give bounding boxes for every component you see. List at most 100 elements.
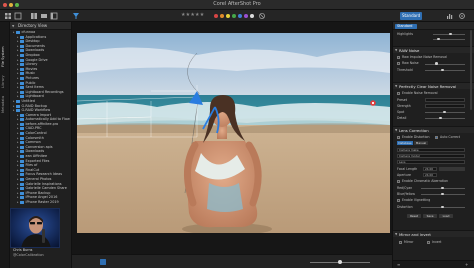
right-scrollbar[interactable] bbox=[470, 30, 472, 110]
enable-noise-removal-checkbox[interactable] bbox=[397, 92, 400, 95]
threshold-slider[interactable] bbox=[425, 70, 465, 71]
color-label-green[interactable] bbox=[232, 14, 236, 18]
spot-slider-handle[interactable] bbox=[443, 110, 446, 114]
raw-noise-checkbox[interactable] bbox=[397, 62, 400, 65]
aperture-value[interactable]: 24.00 bbox=[423, 172, 437, 177]
tab-library[interactable]: Library bbox=[1, 74, 9, 90]
folder-icon bbox=[20, 159, 24, 163]
tab-metadata[interactable]: Metadata bbox=[1, 94, 9, 114]
single-view-icon[interactable] bbox=[14, 12, 22, 20]
blue-yellow-slider-handle[interactable] bbox=[441, 192, 444, 196]
folder-icon bbox=[20, 136, 24, 140]
detail-slider[interactable] bbox=[425, 118, 465, 119]
zoom-slider-handle[interactable] bbox=[338, 260, 342, 264]
color-label-yellow[interactable] bbox=[226, 14, 230, 18]
highlights-slider-handle[interactable] bbox=[449, 32, 452, 36]
preset-select[interactable] bbox=[425, 97, 465, 102]
camera-model-field[interactable]: Camera model bbox=[397, 154, 465, 158]
eyedropper-icon[interactable] bbox=[84, 259, 90, 265]
rotate-tool-icon[interactable] bbox=[100, 259, 106, 265]
right-view-select[interactable]: Standard bbox=[395, 23, 417, 29]
straighten-tool-icon[interactable] bbox=[76, 259, 82, 265]
view-select[interactable]: Standard bbox=[400, 12, 422, 20]
brush-tool-icon[interactable] bbox=[124, 259, 130, 265]
folder-icon bbox=[20, 113, 24, 117]
raw-noise-slider[interactable] bbox=[425, 63, 465, 65]
highlights-slider-2-handle[interactable] bbox=[437, 37, 440, 41]
lens-load-button[interactable]: Load bbox=[439, 214, 453, 218]
folder-icon bbox=[20, 141, 24, 145]
vertical-tab-strip: File System Library Metadata bbox=[0, 22, 10, 268]
detail-label: Detail bbox=[397, 116, 407, 120]
crop-tool-icon[interactable] bbox=[92, 259, 98, 265]
threshold-label: Threshold bbox=[397, 68, 413, 72]
color-label-red[interactable] bbox=[214, 14, 218, 18]
section-lens-correction[interactable]: ▼ Lens Correction bbox=[393, 126, 474, 133]
compare-view-icon[interactable] bbox=[30, 12, 38, 20]
color-label-white[interactable] bbox=[250, 14, 254, 18]
filter-icon[interactable] bbox=[72, 12, 80, 20]
enable-distortion-checkbox[interactable] bbox=[397, 136, 400, 139]
tree-item-label: iPhone Raster 2019 bbox=[25, 199, 59, 204]
lens-reset-button[interactable]: Reset bbox=[407, 214, 421, 218]
lens-save-button[interactable]: Save bbox=[423, 214, 437, 218]
focal-length-label: Focal Length bbox=[397, 167, 418, 171]
panel-options-icon[interactable]: ≡ bbox=[397, 262, 400, 267]
focal-length-value[interactable]: 24.00 bbox=[423, 166, 437, 171]
tab-file-system[interactable]: File System bbox=[1, 44, 9, 70]
focal-preset-button[interactable] bbox=[439, 166, 465, 171]
threshold-slider-handle[interactable] bbox=[441, 68, 444, 72]
settings-gear-icon[interactable] bbox=[458, 12, 466, 20]
red-cyan-label: Red/Cyan bbox=[397, 186, 413, 190]
color-label-blue[interactable] bbox=[238, 14, 242, 18]
circle-region-icon[interactable] bbox=[116, 259, 122, 265]
vignetting-label: Enable Vignetting bbox=[402, 198, 431, 203]
mirror-checkbox[interactable] bbox=[399, 241, 402, 244]
auto-correct-checkbox[interactable] bbox=[435, 136, 438, 139]
folder-icon bbox=[20, 168, 24, 172]
full-size-icon[interactable] bbox=[384, 259, 390, 265]
strength-select[interactable] bbox=[425, 103, 465, 108]
folder-icon bbox=[20, 76, 24, 80]
folder-icon bbox=[20, 155, 24, 159]
title-bar: Corel AfterShot Pro bbox=[0, 0, 474, 10]
detail-slider-handle[interactable] bbox=[439, 116, 442, 120]
panel-toggle-icon[interactable] bbox=[50, 12, 58, 20]
tab-database[interactable]: Database bbox=[397, 141, 413, 145]
panel-add-icon[interactable]: + bbox=[465, 262, 468, 267]
folder-icon bbox=[20, 86, 24, 90]
expand-arrow-icon[interactable]: ▸ bbox=[17, 200, 19, 205]
section-mirror-invert[interactable]: ▼ Mirror and Invert bbox=[393, 230, 474, 237]
invert-checkbox[interactable] bbox=[427, 241, 430, 244]
reject-icon[interactable] bbox=[258, 12, 266, 20]
grid-view-icon[interactable] bbox=[4, 12, 12, 20]
color-label-purple[interactable] bbox=[244, 14, 248, 18]
photo-preview[interactable] bbox=[77, 33, 390, 233]
collapse-arrow-icon[interactable]: ▼ bbox=[12, 22, 14, 30]
image-canvas[interactable] bbox=[72, 22, 392, 254]
section-perfectly-clear-noise[interactable]: ▼ Perfectly Clear Noise Removal bbox=[393, 82, 474, 89]
red-cyan-slider-handle[interactable] bbox=[441, 186, 444, 190]
section-lens-correction-label: Lens Correction bbox=[399, 128, 429, 133]
folder-icon bbox=[20, 49, 24, 53]
directory-panel-header[interactable]: ▼ Directory View bbox=[10, 22, 71, 30]
distortion-slider-handle[interactable] bbox=[441, 205, 444, 209]
tree-item[interactable]: ▸ iPhone Raster 2019 bbox=[10, 200, 71, 205]
chromatic-aberration-checkbox[interactable] bbox=[397, 180, 400, 183]
rating-stars[interactable]: ★★★★★ bbox=[181, 12, 204, 18]
section-expand-icon: ▼ bbox=[395, 128, 398, 132]
folder-icon bbox=[16, 99, 20, 103]
tab-manual[interactable]: Manual bbox=[414, 141, 428, 145]
section-raw-noise[interactable]: ▼ RAW Noise bbox=[393, 46, 474, 53]
lens-field[interactable]: Lens bbox=[397, 160, 465, 164]
region-tool-icon[interactable] bbox=[108, 259, 114, 265]
raw-noise-slider-handle[interactable] bbox=[435, 62, 438, 65]
color-label-orange[interactable] bbox=[220, 14, 224, 18]
raw-impulse-checkbox[interactable] bbox=[397, 56, 400, 59]
filmstrip-icon[interactable] bbox=[40, 12, 48, 20]
histogram-icon[interactable] bbox=[446, 12, 454, 20]
fit-view-icon[interactable] bbox=[376, 259, 382, 265]
vignetting-checkbox[interactable] bbox=[397, 199, 400, 202]
camera-make-field[interactable]: Camera make bbox=[397, 148, 465, 152]
directory-panel-title: Directory View bbox=[18, 23, 48, 28]
